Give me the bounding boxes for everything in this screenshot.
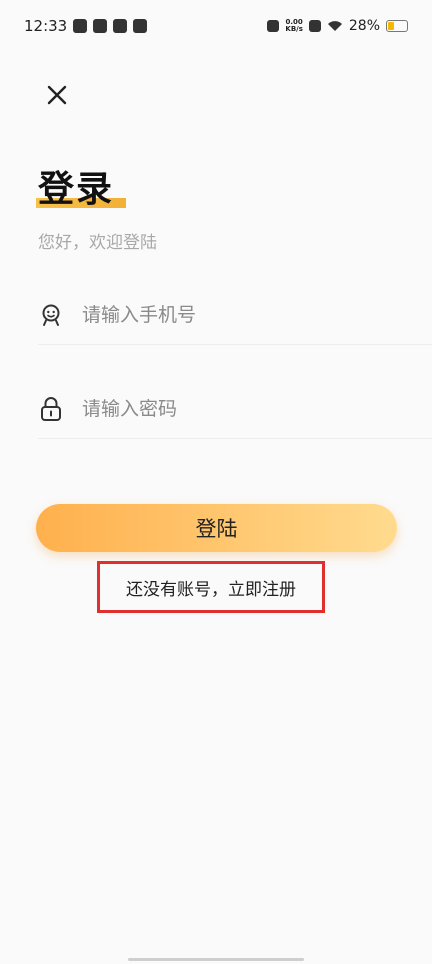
register-link[interactable]: 还没有账号，立即注册 — [126, 575, 296, 600]
notification-tiktok-icon — [113, 19, 128, 33]
page-title: 登录 — [38, 169, 115, 210]
user-icon — [38, 302, 64, 328]
network-speed-unit: KB/s — [285, 25, 303, 33]
status-bar-left: 12:33 — [24, 17, 148, 35]
password-field — [38, 380, 432, 439]
close-button[interactable] — [40, 78, 74, 112]
network-speed: 0.00 KB/s — [285, 19, 302, 33]
title-area: 登录 — [36, 160, 126, 212]
close-icon — [47, 85, 67, 105]
vibrate-icon — [267, 20, 280, 32]
phone-field — [38, 286, 432, 345]
notification-message-icon — [133, 19, 148, 33]
login-button[interactable]: 登陆 — [36, 504, 397, 552]
battery-icon — [386, 20, 408, 32]
battery-percent: 28% — [348, 18, 380, 34]
home-indicator[interactable] — [128, 958, 304, 961]
register-highlight-box: 还没有账号，立即注册 — [97, 561, 325, 613]
lock-icon — [38, 396, 64, 422]
status-bar-right: 0.00 KB/s 28% — [267, 18, 408, 34]
notification-app-icon — [73, 19, 88, 33]
status-time: 12:33 — [24, 17, 68, 35]
phone-input[interactable] — [80, 303, 384, 327]
wifi-icon — [327, 21, 342, 31]
welcome-subtitle: 您好，欢迎登陆 — [38, 233, 157, 253]
status-bar: 12:33 0.00 KB/s 28% — [0, 0, 432, 52]
password-input[interactable] — [80, 397, 384, 421]
notification-link-icon — [93, 19, 108, 33]
no-sim-icon — [308, 20, 321, 32]
